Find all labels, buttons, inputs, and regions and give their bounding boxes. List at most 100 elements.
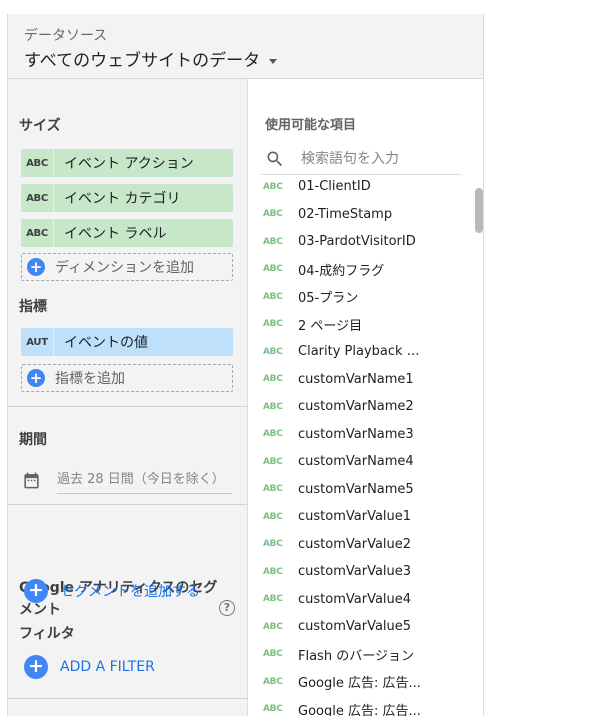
field-item[interactable]: ABC customVarValue4 [248, 586, 473, 614]
add-segment-label: セグメントを追加する [60, 584, 200, 600]
text-type-icon: ABC [26, 157, 48, 169]
field-name: Google 広告: 広告... [298, 676, 421, 692]
add-dimension-label: ディメンションを追加 [55, 260, 195, 276]
divider [8, 698, 247, 699]
dimension-chip-event-category[interactable]: ABC イベント カテゴリ [21, 184, 233, 212]
field-name: customVarValue1 [298, 509, 412, 525]
plus-circle-icon: + [27, 369, 45, 387]
field-name: Clarity Playback U... [298, 344, 428, 360]
metric-section-title: 指標 [19, 299, 47, 315]
field-name: 05-プラン [298, 291, 359, 307]
date-range-field[interactable]: 過去 28 日間（今日を除く） [57, 466, 232, 494]
plus-circle-icon: + [27, 258, 45, 276]
field-list-scrollbar[interactable] [475, 175, 483, 716]
text-type-icon: ABC [263, 621, 283, 632]
field-name: 01-ClientID [298, 179, 371, 195]
dimension-chip-label: イベント アクション [64, 156, 194, 172]
data-source-label: データソース [24, 28, 108, 44]
add-dimension-button[interactable]: + ディメンションを追加 [21, 253, 233, 281]
field-item[interactable]: ABC customVarName5 [248, 476, 473, 504]
field-name: Flash のバージョン [298, 648, 414, 664]
field-item[interactable]: ABC customVarValue5 [248, 613, 473, 641]
text-type-icon: ABC [263, 264, 283, 275]
field-name: customVarName4 [298, 454, 414, 470]
field-list: ABC 01-ClientID ABC 02-TimeStamp ABC 03-Par… [248, 173, 473, 716]
field-item[interactable]: ABC 01-ClientID [248, 173, 473, 201]
divider [8, 504, 247, 505]
field-name: 03-PardotVisitorID [298, 234, 416, 250]
caret-down-icon [269, 58, 278, 64]
field-item[interactable]: ABC customVarName2 [248, 393, 473, 421]
add-segment-button[interactable]: + セグメントを追加する [24, 579, 200, 603]
plus-circle-icon: + [24, 579, 48, 603]
auto-type-icon: AUT [26, 336, 48, 348]
data-source-selector[interactable]: すべてのウェブサイトのデータ [24, 46, 278, 71]
text-type-icon: ABC [263, 374, 283, 385]
divider [8, 406, 247, 407]
field-item[interactable]: ABC customVarName1 [248, 366, 473, 394]
field-item[interactable]: ABC 2 ページ目 [248, 311, 473, 339]
data-source-name: すべてのウェブサイトのデータ [24, 51, 261, 71]
field-item[interactable]: ABC 03-PardotVisitorID [248, 228, 473, 256]
field-item[interactable]: ABC 04-成約フラグ [248, 256, 473, 284]
dimension-section-title: サイズ [19, 118, 61, 134]
text-type-icon: ABC [26, 227, 48, 239]
add-filter-label: ADD A FILTER [60, 659, 155, 675]
field-item[interactable]: ABC customVarName3 [248, 421, 473, 449]
period-section-title: 期間 [19, 432, 47, 448]
field-item[interactable]: ABC customVarValue1 [248, 503, 473, 531]
dimension-chip-label: イベント ラベル [64, 226, 167, 242]
left-column: サイズ ABC イベント アクション ABC イベント カテゴリ ABC イベン… [8, 79, 247, 716]
text-type-icon: ABC [263, 456, 283, 467]
search-bar [261, 144, 461, 175]
available-fields-title: 使用可能な項目 [265, 118, 357, 133]
text-type-icon: ABC [263, 676, 283, 687]
field-name: 04-成約フラグ [298, 263, 385, 279]
text-type-icon: ABC [26, 192, 48, 204]
add-metric-button[interactable]: + 指標を追加 [21, 364, 233, 392]
dimension-chip-event-label[interactable]: ABC イベント ラベル [21, 219, 233, 247]
help-circle-icon[interactable]: ? [219, 600, 235, 616]
field-name: customVarValue3 [298, 564, 412, 580]
field-item[interactable]: ABC customVarName4 [248, 448, 473, 476]
filter-section-title: フィルタ [19, 626, 75, 642]
field-name: customVarValue4 [298, 591, 412, 607]
field-name: Google 広告: 広告... [298, 703, 421, 716]
dimension-chip-event-action[interactable]: ABC イベント アクション [21, 149, 233, 177]
text-type-icon: ABC [263, 181, 283, 192]
field-item[interactable]: ABC 05-プラン [248, 283, 473, 311]
field-name: customVarName3 [298, 426, 414, 442]
text-type-icon: ABC [263, 511, 283, 522]
text-type-icon: ABC [263, 704, 283, 715]
field-item[interactable]: ABC 02-TimeStamp [248, 201, 473, 229]
field-item[interactable]: ABC Flash のバージョン [248, 641, 473, 669]
available-fields-panel: 使用可能な項目 ABC 01-ClientID ABC 02-TimeStamp A… [247, 79, 483, 716]
text-type-icon: ABC [263, 209, 283, 220]
text-type-icon: ABC [263, 401, 283, 412]
text-type-icon: ABC [263, 539, 283, 550]
data-panel: データソース すべてのウェブサイトのデータ サイズ ABC イベント アクション… [7, 14, 484, 716]
field-item[interactable]: ABC customVarValue3 [248, 558, 473, 586]
field-item[interactable]: ABC customVarValue2 [248, 531, 473, 559]
field-name: customVarName1 [298, 371, 414, 387]
data-source-header: データソース すべてのウェブサイトのデータ [8, 14, 483, 79]
field-item[interactable]: ABC Google 広告: 広告... [248, 668, 473, 696]
calendar-icon [24, 472, 39, 488]
field-item[interactable]: ABC Google 広告: 広告... [248, 696, 473, 716]
metric-chip-label: イベントの値 [64, 335, 148, 351]
text-type-icon: ABC [263, 291, 283, 302]
text-type-icon: ABC [263, 236, 283, 247]
field-item[interactable]: ABC Clarity Playback U... [248, 338, 473, 366]
text-type-icon: ABC [263, 594, 283, 605]
text-type-icon: ABC [263, 319, 283, 330]
field-name: 2 ページ目 [298, 318, 363, 334]
add-filter-button[interactable]: + ADD A FILTER [24, 655, 155, 679]
field-search-input[interactable] [299, 147, 458, 171]
field-name: 02-TimeStamp [298, 206, 393, 222]
text-type-icon: ABC [263, 649, 283, 660]
text-type-icon: ABC [263, 484, 283, 495]
scrollbar-thumb[interactable] [475, 188, 483, 233]
plus-circle-icon: + [24, 655, 48, 679]
metric-chip-event-value[interactable]: AUT イベントの値 [21, 328, 233, 356]
text-type-icon: ABC [263, 346, 283, 357]
